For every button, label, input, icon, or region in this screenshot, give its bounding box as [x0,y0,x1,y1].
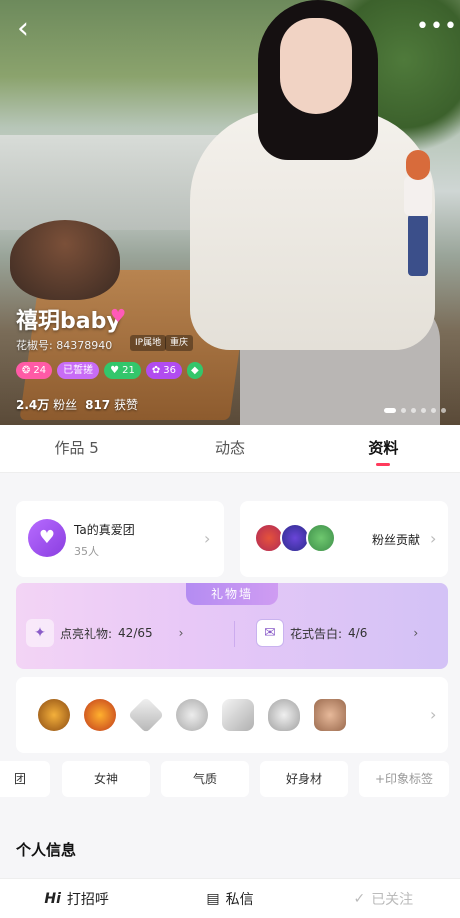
add-impression-tag-button[interactable]: +印象标签 [359,761,449,797]
virtual-avatar[interactable] [400,150,436,280]
tab-info[interactable]: 资料 [307,425,460,472]
chevron-right-icon: › [430,705,437,724]
virtual-avatar-legs [408,214,428,276]
info-content: ♥ Ta的真爱团 35人 › 粉丝贡献 › 礼物墙 ✦ 点亮礼物: 42/65 … [0,473,460,878]
fan-club-card[interactable]: ♥ Ta的真爱团 35人 › [16,501,224,577]
check-icon: ✓ [353,890,366,907]
fan-club-count: 35人 [74,545,99,558]
likes-stat[interactable]: 817 获赞 [85,396,138,413]
light-gifts[interactable]: ✦ 点亮礼物: 42/65 › [26,619,183,647]
followed-label: 已关注 [371,891,414,908]
personal-info-title: 个人信息 [16,841,77,859]
vow-badge-label: 已誓搓 [63,365,94,376]
profile-id[interactable]: 花椒号: 84378940 [16,337,112,353]
extra-badge[interactable]: ◆ [186,362,203,379]
gift-wall-card[interactable]: 礼物墙 ✦ 点亮礼物: 42/65 › ✉ 花式告白: 4/6 › [16,583,448,669]
likes-label: 获赞 [114,398,139,412]
greet-button[interactable]: Hi 打招呼 [0,879,153,918]
impression-tag[interactable]: 团 [0,761,50,797]
medals-card[interactable]: › [16,677,448,753]
impression-tags: 团 女神 气质 好身材 +印象标签 [0,761,460,797]
back-button[interactable]: ‹ [8,14,38,48]
level-badge[interactable]: ❂ 24 [16,362,53,379]
more-dots-icon: ••• [416,14,458,39]
heart-level-value: 21 [122,365,135,376]
chevron-left-icon: ‹ [17,11,29,46]
pager-dot [441,408,446,413]
profile-nickname: 禧玥baby [16,309,121,334]
pager-dot [411,408,416,413]
virtual-avatar-top [404,176,432,216]
gift-wall-title: 礼物墙 [186,583,278,605]
tab-works[interactable]: 作品 5 [0,425,153,472]
fan-level-badge[interactable]: ✿ 36 [145,362,182,379]
gem-icon: ◆ [190,365,199,376]
pager-dot [401,408,406,413]
medal-icon [38,699,70,731]
pager-dot-active [384,408,396,413]
pager-dot [421,408,426,413]
likes-count: 817 [85,398,111,412]
greet-hi-icon: Hi [44,890,61,907]
followed-button[interactable]: ✓ 已关注 [307,879,460,918]
message-button[interactable]: ▤ 私信 [153,879,306,918]
chevron-right-icon: › [430,529,437,548]
fan-contribution-card[interactable]: 粉丝贡献 › [240,501,448,577]
chevron-right-icon: › [178,626,184,640]
confession-label: 花式告白: [290,626,343,641]
message-label: 私信 [225,891,254,908]
medal-icon [127,696,165,734]
greet-label: 打招呼 [66,891,109,908]
level-badge-value: 24 [33,365,47,376]
medal-icon [222,699,254,731]
confession-icon: ✉ [256,619,284,647]
chevron-right-icon: › [413,626,419,640]
medal-icon [176,699,208,731]
gift-tree-icon: ✦ [26,619,54,647]
heart-icon: ♥ [110,306,127,327]
light-gifts-value: 42/65 [118,626,153,640]
fan-club-title: Ta的真爱团 [74,523,135,537]
virtual-avatar-head [406,150,430,180]
cover-person-face [280,18,352,114]
flower-icon: ✿ [151,365,161,376]
heart-level-badge[interactable]: ♥ 21 [104,362,141,379]
fans-stat[interactable]: 2.4万 粉丝 [16,396,77,413]
fan-contribution-label: 粉丝贡献 [372,533,421,547]
green-heart-icon: ♥ [110,365,120,376]
contributor-avatar [306,523,336,553]
confession-gifts[interactable]: ✉ 花式告白: 4/6 › [256,619,418,647]
level-icon: ❂ [22,365,31,376]
cover-grill [10,220,120,300]
medal-icon [84,699,116,731]
profile-badges: ❂ 24 已誓搓 ♥ 21 ✿ 36 ◆ [16,362,203,379]
vow-badge[interactable]: 已誓搓 [57,362,100,379]
profile-tabs: 作品 5 动态 资料 [0,425,460,473]
fan-club-icon: ♥ [28,519,66,557]
impression-tag[interactable]: 女神 [62,761,150,797]
medal-icon [268,699,300,731]
pager-dot [431,408,436,413]
impression-tag[interactable]: 气质 [161,761,249,797]
light-gifts-label: 点亮礼物: [60,626,113,641]
tab-feed[interactable]: 动态 [153,425,306,472]
fans-count: 2.4万 [16,398,50,412]
chat-icon: ▤ [206,890,220,907]
impression-tag[interactable]: 好身材 [260,761,348,797]
profile-cover[interactable]: ‹ ••• 禧玥baby ♥ 花椒号: 84378940 IP属地 重庆 ❂ 24… [0,0,460,425]
ip-location-value: 重庆 [165,335,194,351]
bottom-action-bar: Hi 打招呼 ▤ 私信 ✓ 已关注 [0,878,460,918]
medal-icon [314,699,346,731]
profile-stats: 2.4万 粉丝 817 获赞 [16,396,138,413]
ip-location-label: IP属地 [130,335,167,351]
chevron-right-icon: › [204,529,211,548]
cover-pager [384,408,446,413]
fan-level-value: 36 [163,365,176,376]
more-button[interactable]: ••• [416,16,457,44]
confession-value: 4/6 [348,626,368,640]
fans-label: 粉丝 [53,398,78,412]
gift-wall-divider [234,621,235,647]
